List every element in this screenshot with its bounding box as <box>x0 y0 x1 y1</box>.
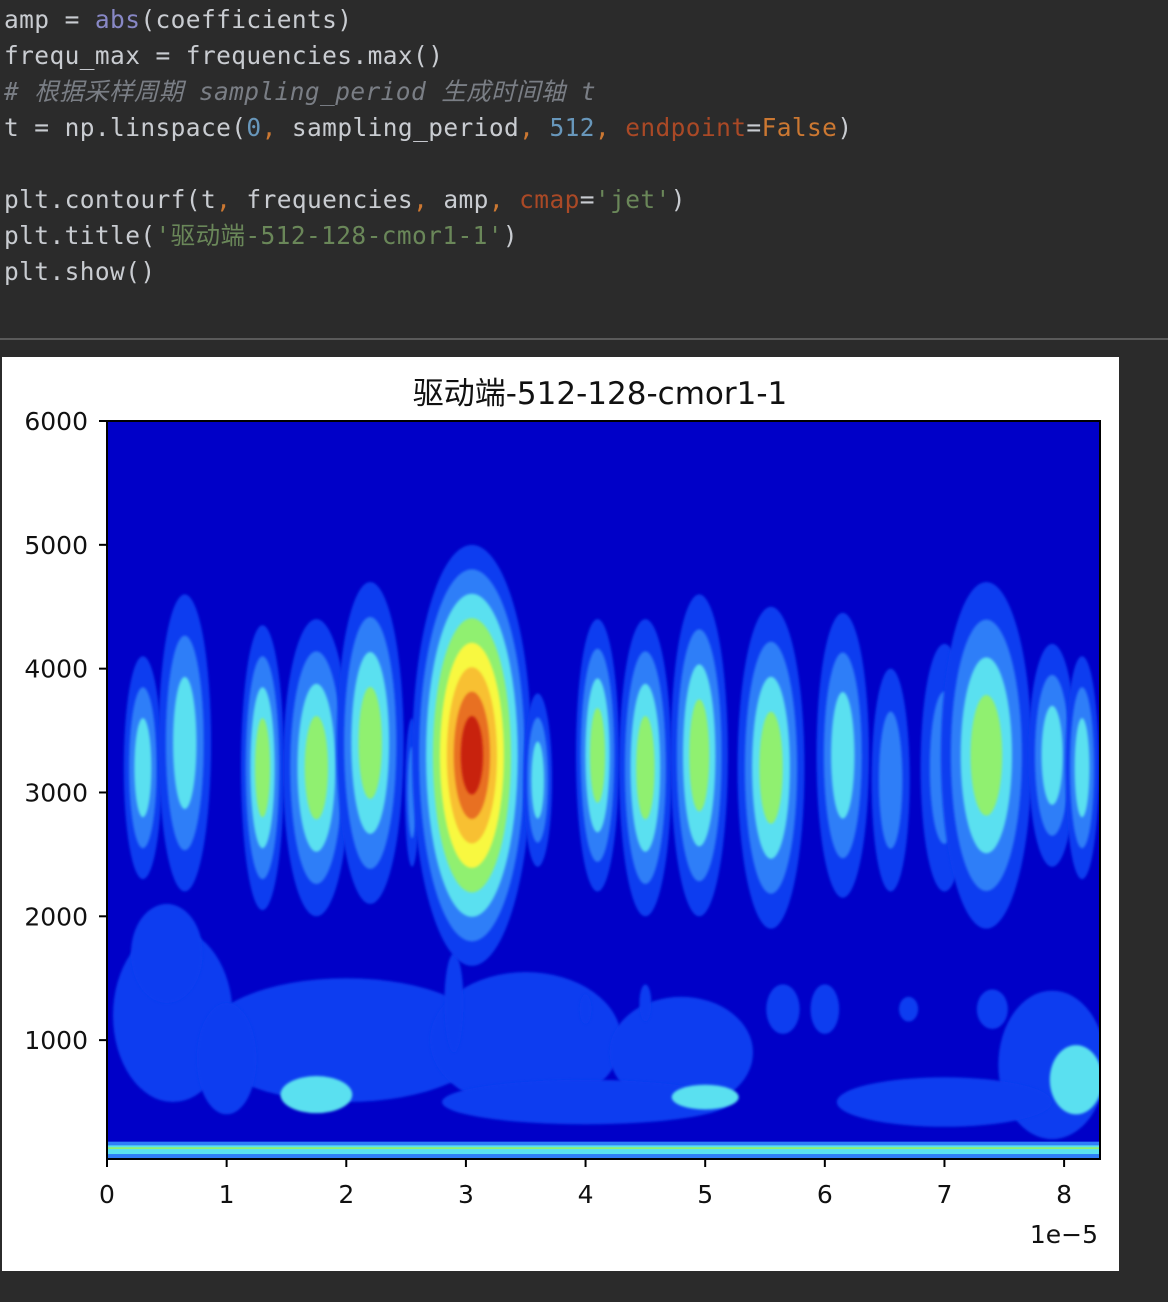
code-line-6: plt.contourf(t, frequencies, amp, cmap='… <box>4 185 686 214</box>
contour-low-region <box>579 994 592 1025</box>
code-line-4: t = np.linspace(0, sampling_period, 512,… <box>4 113 853 142</box>
x-tick-label: 8 <box>1056 1180 1072 1209</box>
contour-blob <box>759 711 783 824</box>
contour-low-region <box>1049 1045 1100 1115</box>
contour-baseline-band <box>107 1147 1100 1150</box>
contour-blob <box>255 718 271 818</box>
plot-output: 驱动端-512-128-cmor1-1 0 1 2 3 4 5 6 7 8 1000 2000 300… <box>2 357 1119 1271</box>
contour-blob <box>590 707 606 803</box>
contour-baseline-band <box>107 1145 1100 1155</box>
contour-blob <box>460 716 484 795</box>
x-tick-label: 0 <box>99 1180 115 1209</box>
contour-blob <box>173 676 197 809</box>
contour-blob <box>304 716 329 820</box>
contour-low-region <box>444 953 464 1053</box>
contour-low-region <box>130 903 203 1003</box>
contour-fill <box>107 421 1100 1159</box>
code-line-1: amp = abs(coefficients) <box>4 5 353 34</box>
chart-title: 驱动端-512-128-cmor1-1 <box>413 376 787 412</box>
x-tick-label: 2 <box>338 1180 354 1209</box>
cell-output-divider <box>0 338 1168 340</box>
code-editor[interactable]: amp = abs(coefficients) frequ_max = freq… <box>0 0 1168 338</box>
code-line-8: plt.show() <box>4 257 156 286</box>
y-tick-label: 2000 <box>24 902 88 931</box>
contour-low-region <box>976 989 1008 1029</box>
x-tick-label: 4 <box>578 1180 594 1209</box>
contour-low-region <box>639 984 652 1022</box>
y-tick-label: 6000 <box>24 407 88 436</box>
x-offset-label: 1e−5 <box>1030 1220 1098 1249</box>
code-comment-line: # 根据采样周期 sampling_period 生成时间轴 t <box>4 77 597 106</box>
y-tick-label: 4000 <box>24 655 88 684</box>
contour-blob <box>831 692 855 819</box>
y-tick-label: 3000 <box>24 778 88 807</box>
contour-blob <box>531 741 545 819</box>
contour-blob <box>1041 705 1063 805</box>
contour-blob <box>970 695 1003 816</box>
contour-chart: 驱动端-512-128-cmor1-1 0 1 2 3 4 5 6 7 8 1000 2000 300… <box>24 376 1101 1249</box>
contour-blob <box>134 718 152 818</box>
x-tick-label: 6 <box>817 1180 833 1209</box>
code-line-7: plt.title('驱动端-512-128-cmor1-1') <box>4 221 519 250</box>
contour-blob <box>689 699 710 812</box>
code-line-2: frequ_max = frequencies.max() <box>4 41 444 70</box>
x-tick-label: 7 <box>937 1180 953 1209</box>
contour-low-region <box>810 984 840 1034</box>
contour-blob <box>1074 718 1090 818</box>
x-tick-label: 3 <box>458 1180 474 1209</box>
contour-low-region <box>766 984 800 1034</box>
contour-low-region <box>899 996 919 1022</box>
contour-blob <box>358 686 382 799</box>
contour-low-region <box>196 1002 257 1115</box>
y-tick-label: 1000 <box>24 1026 88 1055</box>
y-tick-label: 5000 <box>24 531 88 560</box>
contour-blob <box>636 716 655 820</box>
contour-low-region <box>836 1077 1053 1127</box>
contour-blob <box>878 711 903 849</box>
notebook-cell: amp = abs(coefficients) frequ_max = freq… <box>0 0 1168 1302</box>
x-tick-label: 1 <box>219 1180 235 1209</box>
x-tick-label: 5 <box>697 1180 713 1209</box>
contour-low-region <box>280 1076 353 1114</box>
contour-low-region <box>671 1084 739 1110</box>
